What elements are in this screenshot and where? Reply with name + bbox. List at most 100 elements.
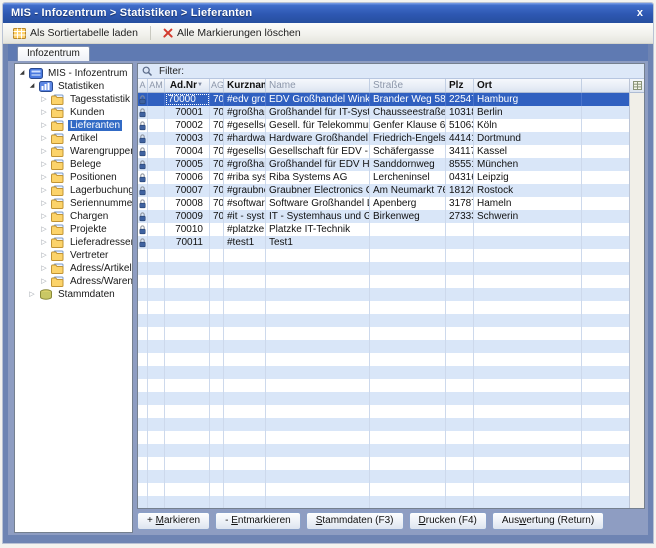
table-row[interactable] bbox=[138, 340, 629, 353]
tree-item[interactable]: ▷ Lagerbuchungen bbox=[15, 184, 132, 197]
table-row[interactable] bbox=[138, 470, 629, 483]
col-header-plz[interactable]: Plz bbox=[446, 79, 474, 92]
expander-icon[interactable]: ▷ bbox=[28, 288, 36, 301]
load-sorttable-button[interactable]: Als Sortiertabelle laden bbox=[7, 24, 144, 42]
Test1[interactable]: 70011 #test1 Test1 bbox=[138, 236, 629, 249]
titlebar[interactable]: MIS - Infozentrum > Statistiken > Liefer… bbox=[3, 3, 653, 23]
table-row[interactable] bbox=[138, 457, 629, 470]
cell-am bbox=[148, 392, 165, 405]
mark-button[interactable]: + Markieren bbox=[137, 512, 210, 530]
tree-label: MIS - Infozentrum bbox=[46, 68, 129, 79]
clear-marks-button[interactable]: Alle Markierungen löschen bbox=[157, 24, 307, 42]
tab-infozentrum[interactable]: Infozentrum bbox=[17, 46, 90, 61]
col-header-a[interactable]: A bbox=[138, 79, 148, 92]
Gesellschaft für EDV - Systeme[interactable]: 70004 70 #gesellsch Gesellschaft für EDV… bbox=[138, 145, 629, 158]
expander-icon[interactable]: ▷ bbox=[40, 223, 48, 236]
Software Großhandel Lübke AG[interactable]: 70008 70 #software Software Großhandel L… bbox=[138, 197, 629, 210]
expander-icon[interactable]: ▷ bbox=[40, 184, 48, 197]
table-row[interactable] bbox=[138, 301, 629, 314]
Großhandel für IT-Systeme[interactable]: 70001 70 #großhande Großhandel für IT-Sy… bbox=[138, 106, 629, 119]
expander-icon[interactable]: ▷ bbox=[40, 275, 48, 288]
cell-name bbox=[266, 457, 370, 470]
col-header-strasse[interactable]: Straße bbox=[370, 79, 446, 92]
col-header-label: Ad.Nr bbox=[170, 80, 197, 91]
tree-item[interactable]: ▷ Warengruppen bbox=[15, 145, 132, 158]
expander-icon[interactable]: ▷ bbox=[40, 249, 48, 262]
tree-item[interactable]: ▷ Belege bbox=[15, 158, 132, 171]
cell-kurzname bbox=[224, 301, 266, 314]
tree-item[interactable]: ▷ Adress/Warengruppen bbox=[15, 275, 132, 288]
expander-icon[interactable]: ▷ bbox=[40, 93, 48, 106]
tree-item[interactable]: ▷ Projekte bbox=[15, 223, 132, 236]
table-row[interactable] bbox=[138, 314, 629, 327]
expander-icon[interactable]: ▷ bbox=[40, 132, 48, 145]
table-row[interactable] bbox=[138, 249, 629, 262]
Riba Systems AG[interactable]: 70006 70 #riba syst Riba Systems AG Lerc… bbox=[138, 171, 629, 184]
IT - Systemhaus und Großhandel[interactable]: 70009 70 #it - syst IT - Systemhaus und … bbox=[138, 210, 629, 223]
table-row[interactable] bbox=[138, 496, 629, 508]
unmark-button[interactable]: - Entmarkieren bbox=[215, 512, 301, 530]
table-row[interactable] bbox=[138, 418, 629, 431]
folder-icon bbox=[51, 107, 65, 118]
expander-icon[interactable]: ▷ bbox=[40, 236, 48, 249]
col-header-ort[interactable]: Ort bbox=[474, 79, 582, 92]
expander-icon[interactable]: ▷ bbox=[40, 262, 48, 275]
col-header-am[interactable]: AM bbox=[148, 79, 165, 92]
Platzke IT-Technik[interactable]: 70010 #platzke i Platzke IT-Technik bbox=[138, 223, 629, 236]
tree-item[interactable]: ▷ Adress/Artikel bbox=[15, 262, 132, 275]
Gesell. für Telekommunikation[interactable]: 70002 70 #gesellsch Gesell. für Telekomm… bbox=[138, 119, 629, 132]
tree-item[interactable]: ▷ Positionen bbox=[15, 171, 132, 184]
expander-icon[interactable]: ▷ bbox=[40, 210, 48, 223]
folder-icon bbox=[51, 172, 65, 183]
expander-icon[interactable]: ◢ bbox=[28, 80, 36, 93]
tree-item[interactable]: ▷ Chargen bbox=[15, 210, 132, 223]
tree-item[interactable]: ▷ Lieferadressen bbox=[15, 236, 132, 249]
expander-icon[interactable]: ▷ bbox=[40, 119, 48, 132]
table-row[interactable] bbox=[138, 366, 629, 379]
tree-item[interactable]: ▷ Seriennummern bbox=[15, 197, 132, 210]
filter-bar[interactable]: Filter: bbox=[138, 64, 644, 79]
Großhandel für EDV Hutner[interactable]: 70005 70 #großhande Großhandel für EDV H… bbox=[138, 158, 629, 171]
col-header-kurzname[interactable]: Kurzname bbox=[224, 79, 266, 92]
expander-icon[interactable]: ▷ bbox=[40, 106, 48, 119]
expander-icon[interactable]: ▷ bbox=[40, 197, 48, 210]
expander-icon[interactable]: ▷ bbox=[40, 171, 48, 184]
table-row[interactable] bbox=[138, 483, 629, 496]
col-header-name[interactable]: Name bbox=[266, 79, 370, 92]
table-row[interactable] bbox=[138, 353, 629, 366]
table-row[interactable] bbox=[138, 288, 629, 301]
evaluate-button[interactable]: Auswertung (Return) bbox=[492, 512, 604, 530]
col-header-adnr[interactable]: Ad.Nr▼ bbox=[165, 79, 210, 92]
masterdata-button[interactable]: Stammdaten (F3) bbox=[306, 512, 404, 530]
table-row[interactable] bbox=[138, 405, 629, 418]
table-row[interactable] bbox=[138, 275, 629, 288]
filter-label: Filter: bbox=[159, 66, 184, 77]
table-row[interactable] bbox=[138, 392, 629, 405]
col-header-ag[interactable]: AG bbox=[210, 79, 224, 92]
tree-item[interactable]: ▷ Kunden bbox=[15, 106, 132, 119]
print-button[interactable]: Drucken (F4) bbox=[409, 512, 487, 530]
tree-item[interactable]: ▷ Tagesstatistik bbox=[15, 93, 132, 106]
expander-icon[interactable]: ◢ bbox=[18, 67, 26, 80]
column-chooser-icon[interactable] bbox=[630, 79, 644, 93]
table-row[interactable] bbox=[138, 327, 629, 340]
table-row[interactable] bbox=[138, 431, 629, 444]
tree-node-statistiken[interactable]: ◢ Statistiken bbox=[15, 80, 132, 93]
table-row[interactable] bbox=[138, 379, 629, 392]
tree-node-stammdaten[interactable]: ▷ Stammdaten bbox=[15, 288, 132, 301]
close-icon[interactable]: x bbox=[635, 8, 645, 19]
tree-item[interactable]: ▷ Vertreter bbox=[15, 249, 132, 262]
cell-plz: 51063 bbox=[446, 119, 474, 132]
cell-marked bbox=[138, 106, 148, 119]
EDV Großhandel Winkler GmbH[interactable]: 70000 70 #edv großh EDV Großhandel Winkl… bbox=[138, 93, 629, 106]
Hardware Großhandel Dortmund[interactable]: 70003 70 #hardware Hardware Großhandel D… bbox=[138, 132, 629, 145]
table-row[interactable] bbox=[138, 444, 629, 457]
table-row[interactable] bbox=[138, 262, 629, 275]
Graubner Electronics GmbH[interactable]: 70007 70 #graubner Graubner Electronics … bbox=[138, 184, 629, 197]
cell-empty bbox=[582, 327, 629, 340]
tree-item[interactable]: ▷ Artikel bbox=[15, 132, 132, 145]
expander-icon[interactable]: ▷ bbox=[40, 158, 48, 171]
expander-icon[interactable]: ▷ bbox=[40, 145, 48, 158]
tree-node-root[interactable]: ◢ MIS - Infozentrum bbox=[15, 67, 132, 80]
tree-item[interactable]: ▷ Lieferanten bbox=[15, 119, 132, 132]
